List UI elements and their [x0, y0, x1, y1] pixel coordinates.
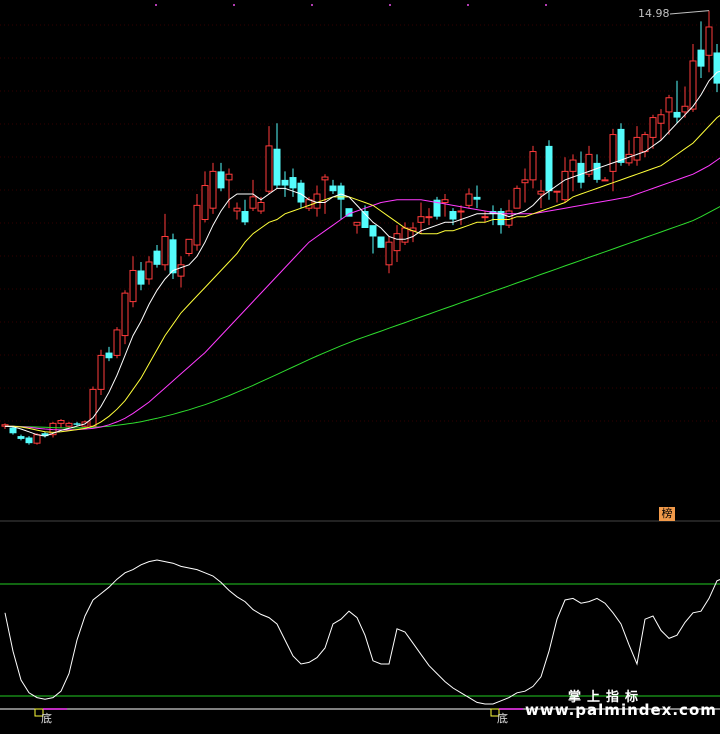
candle-body-up: [385, 241, 393, 266]
candle-body-down: [9, 427, 17, 434]
candle-body-up: [553, 190, 561, 193]
candle-body-up: [201, 185, 209, 221]
candle-body-down: [449, 211, 457, 220]
candle-body-up: [505, 210, 513, 226]
candle-body-up: [633, 136, 641, 161]
candle-body-up: [705, 26, 713, 56]
candle-body-up: [441, 199, 449, 204]
candle-body-up: [465, 193, 473, 206]
candle-body-up: [233, 207, 241, 212]
candle-body-up: [641, 134, 649, 153]
candle-body-up: [417, 216, 425, 223]
candle-body-up: [145, 261, 153, 280]
candle-body-up: [225, 173, 233, 181]
candle-body-up: [353, 221, 361, 226]
candle-body-down: [593, 162, 601, 180]
candle-body-down: [337, 185, 345, 200]
candle-body-up: [521, 179, 529, 184]
candle-body-up: [89, 388, 97, 427]
candle-body-up: [401, 227, 409, 243]
candle-body-down: [153, 250, 161, 265]
candle-body-up: [537, 190, 545, 195]
candle-body-down: [369, 225, 377, 237]
ma60-line: [5, 206, 720, 429]
candle-body-down: [577, 162, 585, 183]
candle-body-up: [425, 216, 433, 219]
candle-body-up: [657, 114, 665, 124]
candle-body-up: [265, 145, 273, 192]
candle-body-down: [217, 171, 225, 189]
candle-body-down: [697, 49, 705, 67]
candle-body-up: [113, 329, 121, 356]
top-marker: [389, 4, 391, 6]
candle-body-up: [393, 233, 401, 252]
top-marker: [311, 4, 313, 6]
grid-lines: [0, 4, 720, 522]
candle-body-up: [209, 170, 217, 209]
candle-body-down: [241, 211, 249, 223]
candle-body-down: [73, 423, 81, 425]
candle-body-down: [673, 111, 681, 118]
candle-body-down: [137, 270, 145, 285]
candle-body-up: [561, 170, 569, 201]
candle-body-up: [569, 159, 577, 172]
candle-body-down: [281, 179, 289, 186]
candle-body-down: [545, 145, 553, 192]
candle-body-up: [121, 292, 129, 337]
candle-body-up: [57, 420, 65, 424]
candle-body-up: [321, 176, 329, 181]
candle-body-up: [129, 269, 137, 303]
top-marker: [155, 4, 157, 6]
candle-body-up: [665, 97, 673, 113]
bottom-signal-label: 底: [41, 712, 52, 725]
candle-body-up: [185, 238, 193, 254]
indicator-badge: 榜: [659, 507, 675, 521]
candles: [1, 10, 720, 445]
candle-body-down: [169, 239, 177, 274]
candle-body-up: [649, 117, 657, 138]
candle-body-down: [377, 236, 385, 248]
candle-body-up: [457, 210, 465, 213]
candle-body-up: [689, 60, 697, 110]
bottom-signals: [34, 708, 523, 717]
candle-body-up: [601, 179, 609, 182]
candle-body-up: [249, 196, 257, 209]
peak-price-label: 14.98: [638, 7, 670, 20]
candle-body-up: [625, 153, 633, 164]
candle-body-down: [289, 177, 297, 189]
top-marker: [233, 4, 235, 6]
candle-body-up: [481, 216, 489, 219]
candle-body-up: [161, 235, 169, 266]
top-marker: [467, 4, 469, 6]
candle-body-up: [65, 422, 73, 427]
stock-chart: [0, 4, 720, 717]
candle-body-down: [25, 437, 33, 444]
bottom-signal-label: 底: [497, 712, 508, 725]
candle-body-down: [713, 52, 720, 84]
oscillator-line: [4, 559, 720, 705]
candle-body-down: [105, 352, 113, 359]
candle-body-up: [609, 134, 617, 172]
peak-arrow: [669, 10, 710, 15]
watermark-url: www.palmindex.com: [525, 701, 717, 719]
candle-body-down: [617, 128, 625, 163]
top-marker: [545, 4, 547, 6]
candle-body-up: [529, 151, 537, 181]
candle-body-up: [681, 105, 689, 113]
candle-body-up: [257, 202, 265, 212]
candle-body-down: [17, 436, 25, 439]
candle-body-up: [193, 204, 201, 246]
candle-body-down: [273, 148, 281, 186]
candle-body-down: [297, 182, 305, 203]
candle-body-up: [313, 193, 321, 209]
candle-body-up: [33, 434, 41, 444]
candle-body-down: [329, 185, 337, 192]
candle-body-up: [97, 354, 105, 390]
candle-body-up: [513, 187, 521, 209]
candle-body-down: [473, 196, 481, 200]
